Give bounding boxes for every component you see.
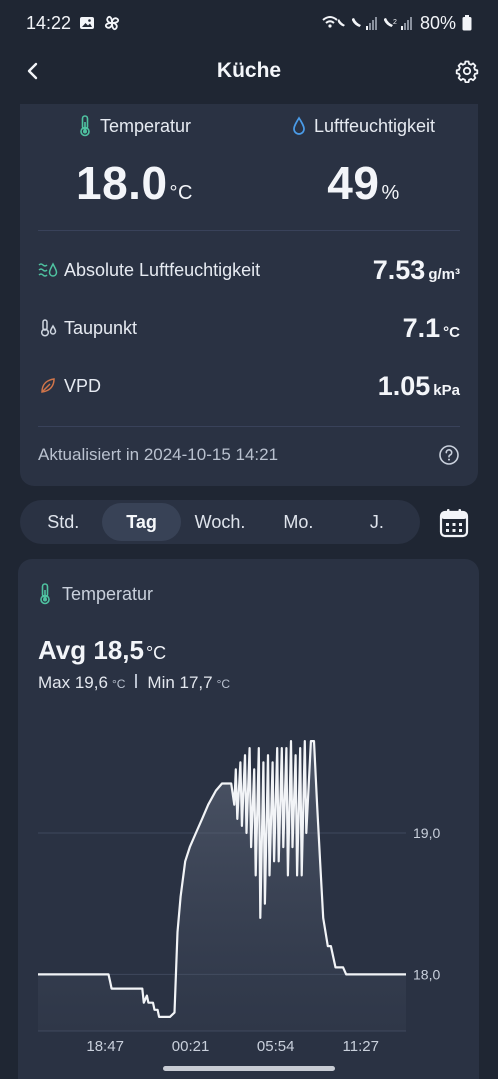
- thermometer-icon: [80, 115, 90, 137]
- period-tabs: Std. Tag Woch. Mo. J.: [20, 500, 420, 544]
- vpd-unit: kPa: [433, 381, 460, 399]
- chart-header: Temperatur: [38, 583, 153, 605]
- svg-text:2: 2: [393, 19, 397, 26]
- help-icon[interactable]: [438, 444, 460, 466]
- gear-icon: [455, 60, 479, 83]
- x-tick-label: 00:21: [172, 1038, 210, 1055]
- temperature-label: Temperatur: [99, 115, 192, 136]
- vpd-row: VPD 1.05 kPa: [38, 366, 460, 406]
- absolute-humidity-label: Absolute Luftfeuchtigkeit: [64, 259, 261, 280]
- tab-hour[interactable]: Std.: [24, 503, 102, 541]
- tab-week[interactable]: Woch.: [181, 503, 259, 541]
- back-button[interactable]: [18, 56, 48, 86]
- absolute-humidity-value: 7.53: [372, 254, 426, 285]
- humidity-waves-icon: [38, 262, 58, 277]
- dew-point-row: Taupunkt 7.1 °C: [38, 308, 460, 348]
- y-tick-label: 19,0: [413, 825, 440, 841]
- last-updated-text: Aktualisiert in 2024-10-15 14:21: [38, 445, 279, 464]
- droplet-icon: [293, 116, 305, 135]
- divider: [38, 230, 460, 231]
- x-tick-label: 18:47: [86, 1038, 124, 1055]
- chart-title: Temperatur: [62, 583, 154, 604]
- settings-button[interactable]: [452, 56, 482, 86]
- min-value: Min 17,7: [147, 673, 213, 692]
- max-unit: °C: [111, 677, 126, 691]
- y-tick-label: 18,0: [413, 966, 440, 982]
- last-updated: Aktualisiert in 2024-10-15 14:21: [38, 444, 460, 466]
- humidity-metric: Luftfeuchtigkeit 49%: [249, 114, 478, 210]
- min-unit: °C: [216, 677, 231, 691]
- absolute-humidity-unit: g/m³: [428, 265, 460, 283]
- status-bar: 14:22 2 80%: [0, 0, 498, 46]
- tab-day[interactable]: Tag: [102, 503, 181, 541]
- fan-icon: [103, 14, 121, 32]
- dew-point-unit: °C: [443, 323, 460, 341]
- vpd-label: VPD: [64, 375, 102, 396]
- leaf-icon: [41, 378, 55, 393]
- max-value: Max 19,6: [38, 673, 108, 692]
- vpd-value: 1.05: [377, 370, 431, 401]
- x-tick-label: 05:54: [257, 1038, 295, 1055]
- temperature-value: 18.0: [76, 157, 168, 209]
- chevron-left-icon: [27, 62, 38, 80]
- dew-point-value: 7.1: [402, 312, 441, 343]
- page-title: Küche: [216, 59, 282, 82]
- min-max-readout: Max 19,6 °C Min 17,7 °C: [38, 673, 230, 693]
- humidity-value: 49: [327, 157, 380, 209]
- status-time: 14:22: [26, 12, 72, 33]
- tab-month[interactable]: Mo.: [259, 503, 337, 541]
- divider: [38, 426, 460, 427]
- humidity-label: Luftfeuchtigkeit: [313, 115, 436, 136]
- call-signal-icon-2: 2: [383, 15, 414, 31]
- wifi-call-icon: [322, 15, 346, 31]
- image-icon: [79, 15, 95, 31]
- average-readout: Avg 18,5 °C: [38, 635, 166, 666]
- separator: [135, 674, 138, 688]
- temperature-metric: Temperatur 18.0 °C: [20, 114, 249, 210]
- tab-year[interactable]: J.: [338, 503, 416, 541]
- current-readings-card: Temperatur 18.0 °C Luftfeuchtigkeit 49% A…: [20, 104, 478, 486]
- temperature-chart-card: 19,0 18,0 18:47 00:21 05:54 11:27 Temperatur …: [18, 559, 479, 1079]
- x-tick-label: 11:27: [343, 1038, 379, 1055]
- humidity-unit: %: [381, 182, 400, 204]
- battery-icon: [462, 15, 472, 31]
- temperature-unit: °C: [169, 182, 193, 204]
- call-signal-icon: [351, 15, 378, 31]
- battery-percent: 80%: [419, 12, 456, 33]
- dew-point-icon: [40, 319, 57, 337]
- dew-point-label: Taupunkt: [64, 317, 138, 338]
- thermometer-icon: [40, 583, 50, 605]
- absolute-humidity-row: Absolute Luftfeuchtigkeit 7.53 g/m³: [38, 250, 460, 290]
- calendar-icon[interactable]: [438, 507, 470, 539]
- home-indicator[interactable]: [163, 1066, 335, 1071]
- average-value: Avg 18,5: [38, 635, 144, 665]
- app-bar: Küche: [0, 46, 498, 96]
- average-unit: °C: [145, 643, 167, 663]
